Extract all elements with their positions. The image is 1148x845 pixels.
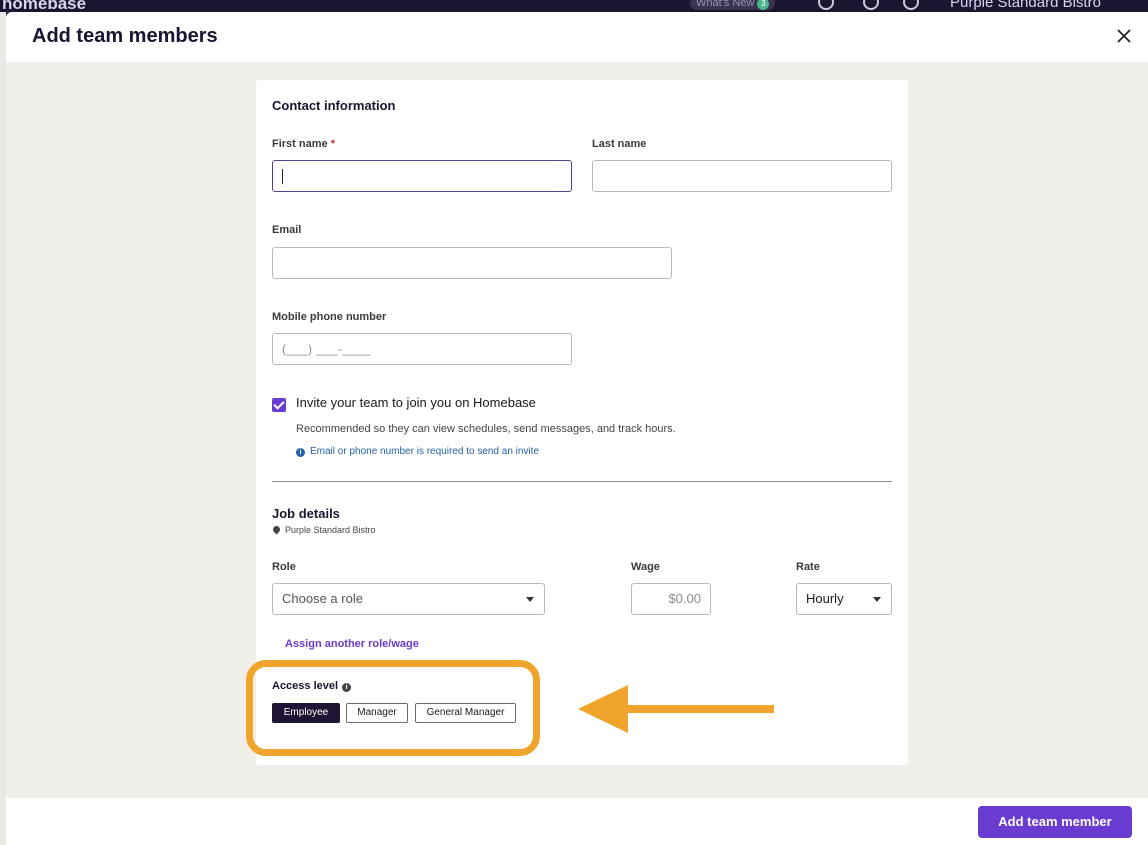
phone-label: Mobile phone number <box>272 311 387 323</box>
invite-subtext: Recommended so they can view schedules, … <box>296 423 676 435</box>
job-section-title: Job details <box>272 506 340 521</box>
info-icon[interactable]: i <box>342 683 352 692</box>
whats-new-badge: 3 <box>757 0 770 10</box>
modal-header: Add team members <box>6 12 1148 62</box>
access-level-label: Access level i <box>272 680 352 692</box>
last-name-input[interactable] <box>592 160 892 192</box>
add-team-members-modal: Add team members Contact information Fir… <box>6 12 1148 845</box>
first-name-label-text: First name <box>272 138 328 150</box>
modal-title: Add team members <box>32 25 218 47</box>
phone-input[interactable]: (___) ___-____ <box>272 333 572 365</box>
role-select-value: Choose a role <box>282 591 363 606</box>
rate-select-value: Hourly <box>806 591 844 606</box>
role-select[interactable]: Choose a role <box>272 583 545 615</box>
invite-checkbox[interactable] <box>272 398 286 412</box>
email-label: Email <box>272 224 302 236</box>
modal-footer: Add team member <box>6 798 1148 845</box>
assign-another-role-link[interactable]: Assign another role/wage <box>285 638 419 650</box>
chevron-down-icon <box>526 597 534 602</box>
first-name-label: First name * <box>272 138 335 150</box>
location-switcher[interactable]: Purple Standard Bistro <box>950 0 1101 11</box>
access-option-employee[interactable]: Employee <box>272 703 340 723</box>
invite-info-note: i Email or phone number is required to se… <box>296 446 539 457</box>
job-location-text: Purple Standard Bistro <box>285 525 376 535</box>
text-caret <box>282 169 283 184</box>
access-option-manager[interactable]: Manager <box>346 703 408 723</box>
whats-new-label: What's New <box>696 0 755 9</box>
invite-label[interactable]: Invite your team to join you on Homebase <box>296 395 536 410</box>
required-mark: * <box>330 138 335 150</box>
chat-icon[interactable] <box>863 0 879 10</box>
location-pin-icon <box>271 524 282 535</box>
wage-label: Wage <box>631 561 660 573</box>
whats-new-button[interactable]: What's New 3 <box>690 0 776 10</box>
phone-placeholder: (___) ___-____ <box>282 342 372 356</box>
access-level-label-text: Access level <box>272 680 339 692</box>
contact-section-title: Contact information <box>272 98 396 113</box>
rate-label: Rate <box>796 561 820 573</box>
chevron-down-icon <box>873 597 881 602</box>
wage-placeholder: $0.00 <box>668 591 701 606</box>
invite-info-text: Email or phone number is required to sen… <box>310 446 540 457</box>
rate-select[interactable]: Hourly <box>796 583 892 615</box>
role-label: Role <box>272 561 296 573</box>
email-input[interactable] <box>272 247 672 279</box>
access-option-general-manager[interactable]: General Manager <box>415 703 516 723</box>
info-icon: i <box>296 448 305 457</box>
wage-input[interactable]: $0.00 <box>631 583 711 615</box>
clock-icon[interactable] <box>818 0 834 10</box>
form-card: Contact information First name * Last na… <box>256 80 908 765</box>
first-name-input[interactable] <box>272 160 572 192</box>
section-divider <box>272 481 892 482</box>
last-name-label: Last name <box>592 138 647 150</box>
job-location: Purple Standard Bistro <box>271 524 376 535</box>
app-top-bar: homebase What's New 3 Purple Standard Bis… <box>0 0 1148 13</box>
add-team-member-button[interactable]: Add team member <box>978 806 1132 838</box>
bell-icon[interactable] <box>903 0 919 10</box>
close-icon[interactable] <box>1114 26 1134 46</box>
